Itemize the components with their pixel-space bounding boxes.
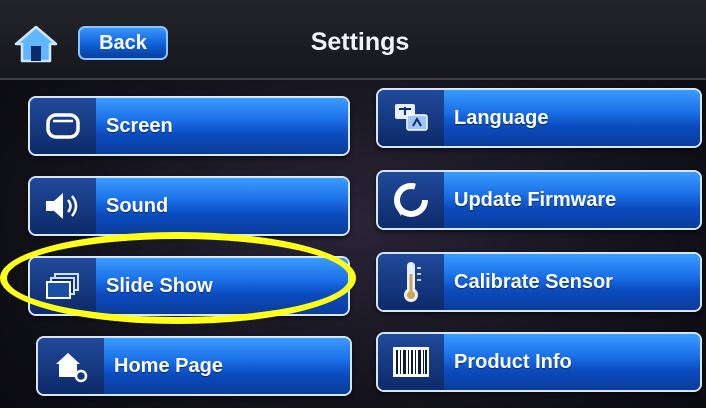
speaker-icon <box>30 178 96 234</box>
calibrate-sensor-label: Calibrate Sensor <box>444 254 700 310</box>
update-firmware-label: Update Firmware <box>444 172 700 228</box>
home-page-label: Home Page <box>104 338 350 394</box>
slide-show-button[interactable]: Slide Show <box>28 256 350 316</box>
sound-button[interactable]: Sound <box>28 176 350 236</box>
language-icon <box>378 90 444 146</box>
slide-show-label: Slide Show <box>96 258 348 314</box>
home-button[interactable] <box>12 24 60 64</box>
slideshow-icon <box>30 258 96 314</box>
update-firmware-button[interactable]: Update Firmware <box>376 170 702 230</box>
header-bar: Back Settings <box>0 0 706 80</box>
language-button[interactable]: Language <box>376 88 702 148</box>
product-info-button[interactable]: Product Info <box>376 332 702 392</box>
home-gear-icon <box>38 338 104 394</box>
back-button[interactable]: Back <box>78 26 168 60</box>
thermometer-icon <box>378 254 444 310</box>
screen-button[interactable]: Screen <box>28 96 350 156</box>
update-icon <box>378 172 444 228</box>
screen-label: Screen <box>96 98 348 154</box>
home-icon <box>14 25 58 63</box>
settings-screen: Back Settings Screen Sound Slide Show Ho… <box>0 0 706 408</box>
language-label: Language <box>444 90 700 146</box>
barcode-icon <box>378 334 444 390</box>
sound-label: Sound <box>96 178 348 234</box>
product-info-label: Product Info <box>444 334 700 390</box>
calibrate-sensor-button[interactable]: Calibrate Sensor <box>376 252 702 312</box>
home-page-button[interactable]: Home Page <box>36 336 352 396</box>
screen-icon <box>30 98 96 154</box>
page-title: Settings <box>310 28 410 56</box>
